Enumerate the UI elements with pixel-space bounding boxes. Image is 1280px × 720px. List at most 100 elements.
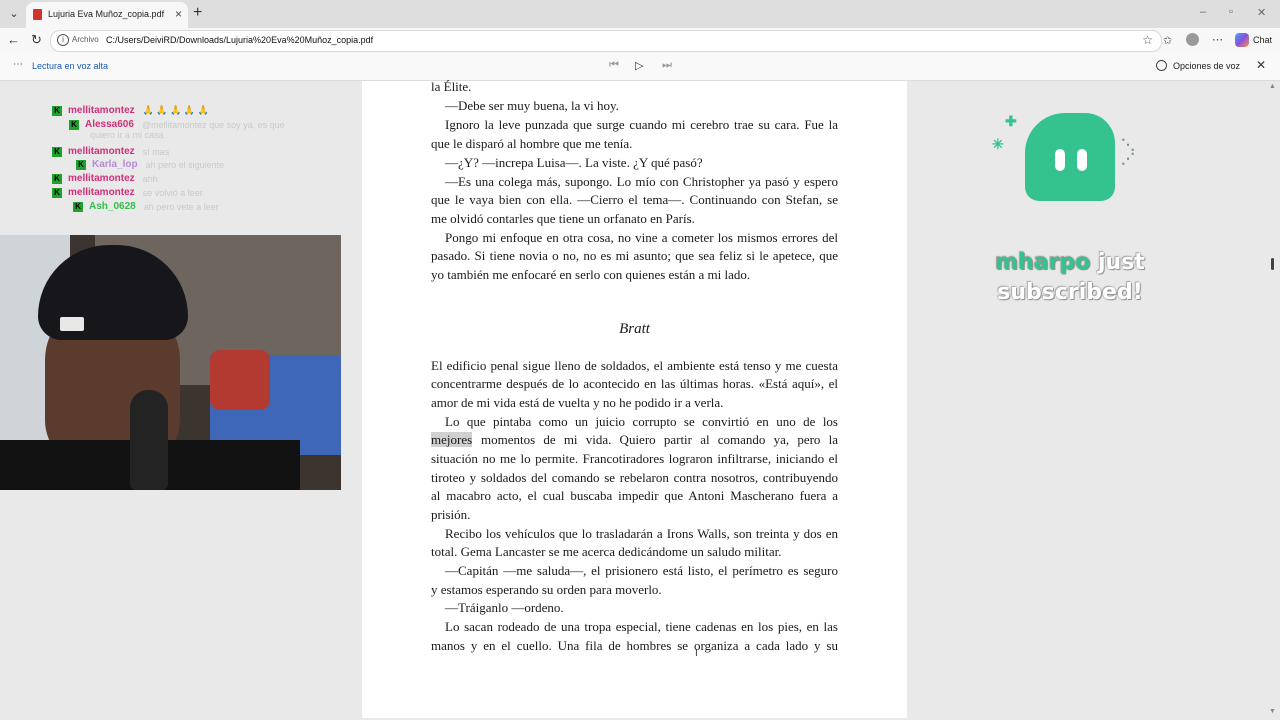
text-cursor-icon: I (695, 648, 698, 659)
highlighted-word: mejores (431, 432, 473, 447)
kick-badge-icon: K (52, 146, 62, 157)
alert-text: mharpo just subscribed! (985, 248, 1155, 308)
kick-badge-icon: K (76, 159, 86, 170)
address-bar[interactable]: i Archivo C:/Users/DeiviRD/Downloads/Luj… (50, 30, 1162, 52)
text-line: —Debe ser muy buena, la vi hoy. (445, 98, 619, 113)
close-read-aloud-icon[interactable]: ✕ (1256, 58, 1266, 72)
close-icon[interactable]: × (175, 7, 182, 21)
address-chip: Archivo (72, 35, 99, 44)
text-line: momentos de mi vida. Quiero partir al co… (481, 432, 838, 447)
stream-chat-overlay: Kmellitamontez 🙏 🙏 🙏 🙏 🙏 K Alessa606 @melli… (52, 101, 352, 216)
text-line: pasado. Si tiene novia o no, no es mi as… (431, 248, 838, 263)
chat-message: ah pero el siguiente (145, 159, 225, 170)
sparkle-icon: ⋰ (1121, 150, 1135, 166)
text-line: al macabro acto, el cual buscaba impedir… (431, 488, 838, 503)
chat-line: Kmellitamontez 🙏 🙏 🙏 🙏 🙏 (52, 102, 209, 117)
chat-message: 🙏 🙏 🙏 🙏 🙏 (142, 105, 209, 116)
text-line: prisión. (431, 507, 471, 522)
minimize-icon[interactable]: – (1200, 6, 1206, 18)
text-line: concentrarme después de lo acontecido en… (431, 376, 838, 391)
kick-badge-icon: K (52, 173, 62, 184)
text-line: —¿Y? —increpa Luisa—. La viste. ¿Y qué p… (445, 155, 703, 170)
subscription-alert: ✚ ✳ ⋱ ⋰ mharpo just subscribed! (985, 108, 1155, 318)
sparkle-icon: ✚ (1005, 113, 1017, 129)
menu-icon[interactable]: ⋯ (13, 59, 23, 70)
more-icon[interactable]: ⋯ (1212, 33, 1223, 46)
voice-options-button[interactable]: Opciones de voz (1173, 61, 1240, 71)
kick-badge-icon: K (52, 105, 62, 116)
text-line: que le disparó al hombre que me tenía. (431, 136, 633, 151)
refresh-icon[interactable]: ↻ (31, 32, 42, 48)
favorites-icon[interactable]: ✩ (1163, 34, 1172, 47)
chat-username: mellitamontez (68, 105, 135, 117)
tab-active[interactable]: Lujuria Eva Muñoz_copia.pdf × (26, 2, 188, 28)
address-bar-row: ← ↻ i Archivo C:/Users/DeiviRD/Downloads… (0, 28, 1280, 53)
chat-message: ahh (142, 173, 158, 184)
text-line: —Es una colega más, supongo. Lo mío con … (445, 174, 838, 189)
sparkle-icon: ✳ (992, 136, 1004, 152)
alert-line2: subscribed! (997, 280, 1143, 305)
chat-message: @mellitamontez que soy ya, es que (141, 119, 285, 130)
text-line: y estamos esperando su orden para moverl… (431, 582, 662, 597)
skip-back-icon[interactable]: ⏮ (609, 59, 619, 72)
url-text[interactable]: C:/Users/DeiviRD/Downloads/Lujuria%20Eva… (106, 35, 373, 45)
chat-username: mellitamontez (68, 187, 135, 199)
read-aloud-label: Lectura en voz alta (32, 61, 109, 71)
text-line: Lo que pintaba como un juicio corrupto s… (445, 414, 838, 429)
webcam-overlay (0, 235, 341, 490)
alert-username: mharpo (995, 250, 1091, 275)
text-line: Ignoro la leve punzada que surge cuando … (445, 117, 838, 132)
star-icon[interactable]: ☆ (1142, 33, 1153, 47)
text-line: que le vaya bien con ella. —Cierro el te… (431, 192, 838, 207)
text-line: amor de mi vida está de vuelta y no he p… (431, 395, 724, 410)
text-line: me olvidó contarles que tiene un orfanat… (431, 211, 695, 226)
text-line: Recibo los vehículos que lo trasladarán … (445, 526, 838, 541)
text-line: manos y en el cuello. Una fila de hombre… (431, 638, 838, 653)
section-heading: Bratt (619, 321, 650, 337)
text-line: total. Gema Lancaster se me acerca dedic… (431, 544, 782, 559)
info-icon[interactable]: i (57, 34, 69, 46)
chat-line: K Karla_lop ah pero el siguiente (76, 156, 225, 171)
window-close-icon[interactable]: ✕ (1257, 6, 1266, 19)
text-line: El edificio penal sigue lleno de soldado… (431, 358, 838, 373)
voice-options-icon[interactable] (1156, 60, 1167, 71)
chat-username: Alessa606 (85, 119, 134, 131)
chat-line: K Ash_0628 ah pero vete a leer (73, 198, 219, 213)
kick-bot-icon (1013, 113, 1115, 203)
chat-message: ah pero vete a leer (143, 201, 219, 212)
text-line: Pongo mi enfoque en otra cosa, no vine a… (445, 230, 838, 245)
kick-badge-icon: K (52, 187, 62, 198)
scrollbar[interactable]: ▲ ▼ (1269, 81, 1276, 720)
chat-button[interactable]: Chat (1253, 35, 1272, 45)
back-icon[interactable]: ← (7, 32, 20, 48)
alert-line1: just (1090, 250, 1145, 275)
chat-line: Kmellitamontez sí mas (52, 143, 169, 157)
tab-list-icon[interactable]: ⌄ (4, 4, 24, 24)
skip-forward-icon[interactable]: ⏭ (662, 59, 672, 72)
chat-line: Kmellitamontez ahh (52, 170, 158, 184)
text-line: Lo sacan rodeado de una tropa especial, … (445, 619, 838, 634)
pdf-page: la Élite. —Debe ser muy buena, la vi hoy… (362, 79, 907, 718)
chat-message: se volvió a leer (142, 187, 203, 198)
profile-icon[interactable] (1186, 33, 1199, 46)
scroll-up-icon[interactable]: ▲ (1269, 83, 1276, 90)
pdf-file-icon (33, 9, 42, 20)
kick-badge-icon: K (69, 119, 79, 130)
scrollbar-thumb[interactable] (1271, 258, 1274, 270)
text-line: situación no me lo permite. Francotirado… (431, 451, 838, 466)
read-aloud-toolbar: ⋯ Lectura en voz alta ⏮ ▷ ⏭ Opciones de … (0, 53, 1280, 81)
tab-strip: ⌄ Lujuria Eva Muñoz_copia.pdf × + – ▫ ✕ (0, 0, 1280, 28)
plus-icon[interactable]: + (193, 4, 202, 22)
text-line: —Tráiganlo —ordeno. (445, 600, 564, 615)
scroll-down-icon[interactable]: ▼ (1269, 708, 1276, 715)
text-line: la Élite. (431, 79, 472, 94)
chat-username: Ash_0628 (89, 201, 136, 213)
restore-icon[interactable]: ▫ (1229, 6, 1233, 18)
chat-username: Karla_lop (92, 159, 138, 171)
copilot-icon[interactable] (1235, 33, 1249, 47)
tab-title: Lujuria Eva Muñoz_copia.pdf (48, 9, 165, 19)
text-line: yo también me enfocaré en serlo con quie… (431, 267, 751, 282)
microphone-icon (130, 390, 168, 490)
play-icon[interactable]: ▷ (635, 59, 643, 72)
chat-line: Kmellitamontez se volvió a leer (52, 184, 203, 199)
